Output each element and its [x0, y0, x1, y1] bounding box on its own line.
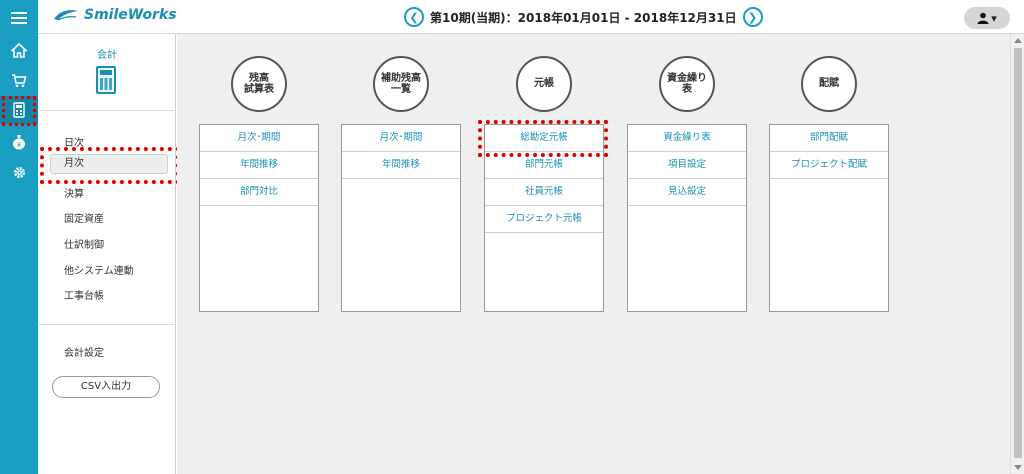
- link-project-ledger[interactable]: プロジェクト元帳: [485, 206, 603, 233]
- link-panel: 月次･期間 年間推移 部門対比: [199, 124, 319, 312]
- link-department-allocation[interactable]: 部門配賦: [770, 125, 888, 152]
- sidebar-title: 会計: [97, 50, 117, 61]
- sidebar-item-accounting-settings[interactable]: 会計設定: [64, 344, 104, 359]
- sidebar-item-construction-ledger[interactable]: 工事台帳: [64, 287, 104, 302]
- app-logo[interactable]: SmileWorks: [52, 7, 177, 23]
- link-forecast-settings[interactable]: 見込設定: [628, 179, 746, 206]
- link-employee-ledger[interactable]: 社員元帳: [485, 179, 603, 206]
- sidebar-item-journal-control[interactable]: 仕訳制御: [64, 236, 104, 251]
- general-ledger-highlight: [478, 120, 608, 157]
- app-rail: ¥: [0, 0, 38, 474]
- column-title: 元帳: [516, 56, 572, 112]
- cart-icon[interactable]: [0, 66, 38, 94]
- link-department-compare[interactable]: 部門対比: [200, 179, 318, 206]
- link-project-allocation[interactable]: プロジェクト配賦: [770, 152, 888, 179]
- column-title: 補助残高 一覧: [373, 56, 429, 112]
- column-cash-flow: 資金繰り 表 資金繰り表 項目設定 見込設定: [627, 56, 747, 312]
- column-trial-balance: 残高 試算表 月次･期間 年間推移 部門対比: [199, 56, 319, 312]
- link-panel: 月次･期間 年間推移: [341, 124, 461, 312]
- link-panel: 資金繰り表 項目設定 見込設定: [627, 124, 747, 312]
- rail-highlight: [2, 96, 36, 126]
- sidebar-highlight: [40, 147, 180, 184]
- menu-icon[interactable]: [0, 4, 38, 32]
- scroll-thumb[interactable]: [1014, 48, 1022, 458]
- logo-text: SmileWorks: [84, 7, 177, 23]
- scroll-up-icon[interactable]: [1014, 38, 1022, 43]
- chevron-left-icon[interactable]: ❮: [404, 7, 424, 27]
- column-sub-balance: 補助残高 一覧 月次･期間 年間推移: [341, 56, 461, 312]
- column-ledger: 元帳 総勘定元帳 部門元帳 社員元帳 プロジェクト元帳: [484, 56, 604, 312]
- top-header: SmileWorks ❮ 第10期(当期)：2018年01月01日 - 2018…: [38, 0, 1024, 34]
- link-monthly-period[interactable]: 月次･期間: [200, 125, 318, 152]
- main-content: 残高 試算表 月次･期間 年間推移 部門対比 補助残高 一覧 月次･期間 年間推…: [177, 34, 1010, 474]
- column-allocation: 配賦 部門配賦 プロジェクト配賦: [769, 56, 889, 312]
- period-selector: ❮ 第10期(当期)：2018年01月01日 - 2018年12月31日 ❯: [404, 7, 763, 27]
- sidebar-item-closing[interactable]: 決算: [64, 185, 84, 200]
- sidebar-item-system-link[interactable]: 他システム連動: [64, 262, 134, 277]
- user-icon: [977, 12, 989, 24]
- divider: [38, 324, 176, 325]
- csv-import-export-button[interactable]: CSV入出力: [52, 376, 160, 398]
- yen-bag-icon[interactable]: ¥: [0, 128, 38, 156]
- link-panel: 部門配賦 プロジェクト配賦: [769, 124, 889, 312]
- link-annual-trend[interactable]: 年間推移: [200, 152, 318, 179]
- user-menu-button[interactable]: ▾: [964, 7, 1010, 29]
- sidebar-item-fixed-assets[interactable]: 固定資産: [64, 210, 104, 225]
- calculator-icon: [96, 66, 116, 94]
- divider: [38, 110, 176, 111]
- link-annual-trend[interactable]: 年間推移: [342, 152, 460, 179]
- link-item-settings[interactable]: 項目設定: [628, 152, 746, 179]
- period-label: 第10期(当期)：2018年01月01日 - 2018年12月31日: [430, 10, 737, 25]
- link-cash-flow-table[interactable]: 資金繰り表: [628, 125, 746, 152]
- link-monthly-period[interactable]: 月次･期間: [342, 125, 460, 152]
- chevron-right-icon[interactable]: ❯: [742, 7, 763, 27]
- logo-swoosh-icon: [54, 10, 78, 21]
- column-title: 資金繰り 表: [659, 56, 715, 112]
- sub-sidebar: 会計 日次 月次 決算 固定資産 仕訳制御 他システム連動 工事台帳 会計設定 …: [38, 34, 176, 474]
- user-caret: ▾: [991, 11, 997, 25]
- gear-icon[interactable]: [0, 158, 38, 186]
- vertical-scrollbar[interactable]: [1010, 34, 1024, 474]
- scroll-down-icon[interactable]: [1014, 465, 1022, 470]
- column-title: 配賦: [801, 56, 857, 112]
- column-title: 残高 試算表: [231, 56, 287, 112]
- home-icon[interactable]: [0, 36, 38, 64]
- svg-text:¥: ¥: [17, 141, 22, 149]
